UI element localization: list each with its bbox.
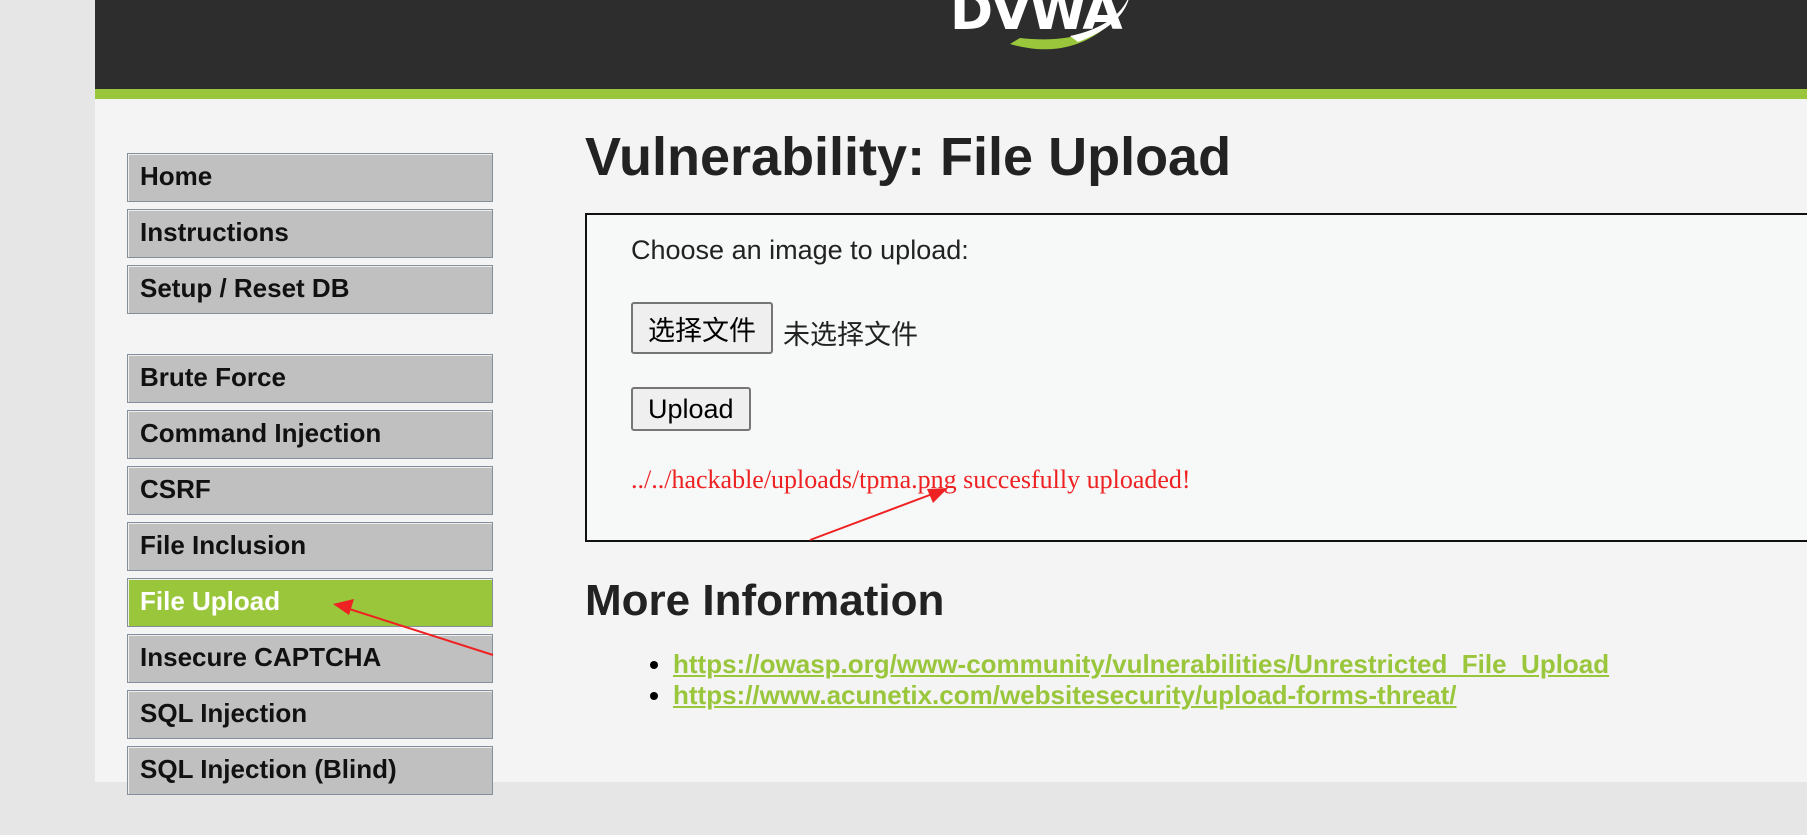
menu-block: Brute Force Command Injection CSRF File Inc… — [127, 354, 493, 795]
upload-button[interactable]: Upload — [631, 387, 751, 431]
choose-image-label: Choose an image to upload: — [631, 235, 969, 265]
upload-result-message: ../../hackable/uploads/tpma.png succesfu… — [631, 465, 1191, 494]
menu-item-file-inclusion[interactable]: File Inclusion — [127, 522, 493, 571]
choose-file-button[interactable]: 选择文件 — [631, 302, 773, 354]
owasp-link[interactable]: https://owasp.org/www-community/vulnerab… — [673, 649, 1609, 679]
sidebar-menu: Home Instructions Setup / Reset DB Brute Fo… — [127, 153, 493, 835]
logo-swoosh-icon — [1010, 0, 1129, 50]
main-body: Vulnerability: File Upload Choose an ima… — [585, 120, 1807, 710]
file-status-text: 未选择文件 — [783, 320, 918, 351]
acunetix-link[interactable]: https://www.acunetix.com/websitesecurity… — [673, 680, 1457, 710]
more-info-links: https://owasp.org/www-community/vulnerab… — [653, 649, 1609, 711]
menu-item-brute-force[interactable]: Brute Force — [127, 354, 493, 403]
menu-item-home[interactable]: Home — [127, 153, 493, 202]
page: DVWA Home Instructions Setup / Reset DB Bru… — [95, 0, 1807, 795]
menu-item-setup-reset-db[interactable]: Setup / Reset DB — [127, 265, 493, 314]
menu-block: Home Instructions Setup / Reset DB — [127, 153, 493, 314]
menu-item-sql-injection-blind[interactable]: SQL Injection (Blind) — [127, 746, 493, 795]
dvwa-logo: DVWA — [950, 0, 1150, 61]
upload-form-box: Choose an image to upload: 选择文件 未选择文件 Up… — [585, 213, 1807, 542]
page-title: Vulnerability: File Upload — [585, 127, 1232, 187]
menu-item-sql-injection[interactable]: SQL Injection — [127, 690, 493, 739]
list-item: https://www.acunetix.com/websitesecurity… — [673, 680, 1609, 711]
menu-item-instructions[interactable]: Instructions — [127, 209, 493, 258]
list-item: https://owasp.org/www-community/vulnerab… — [673, 649, 1609, 680]
menu-item-file-upload[interactable]: File Upload — [127, 578, 493, 627]
header: DVWA — [95, 0, 1807, 99]
more-info-title: More Information — [585, 576, 945, 625]
menu-item-csrf[interactable]: CSRF — [127, 466, 493, 515]
menu-item-command-injection[interactable]: Command Injection — [127, 410, 493, 459]
menu-item-insecure-captcha[interactable]: Insecure CAPTCHA — [127, 634, 493, 683]
